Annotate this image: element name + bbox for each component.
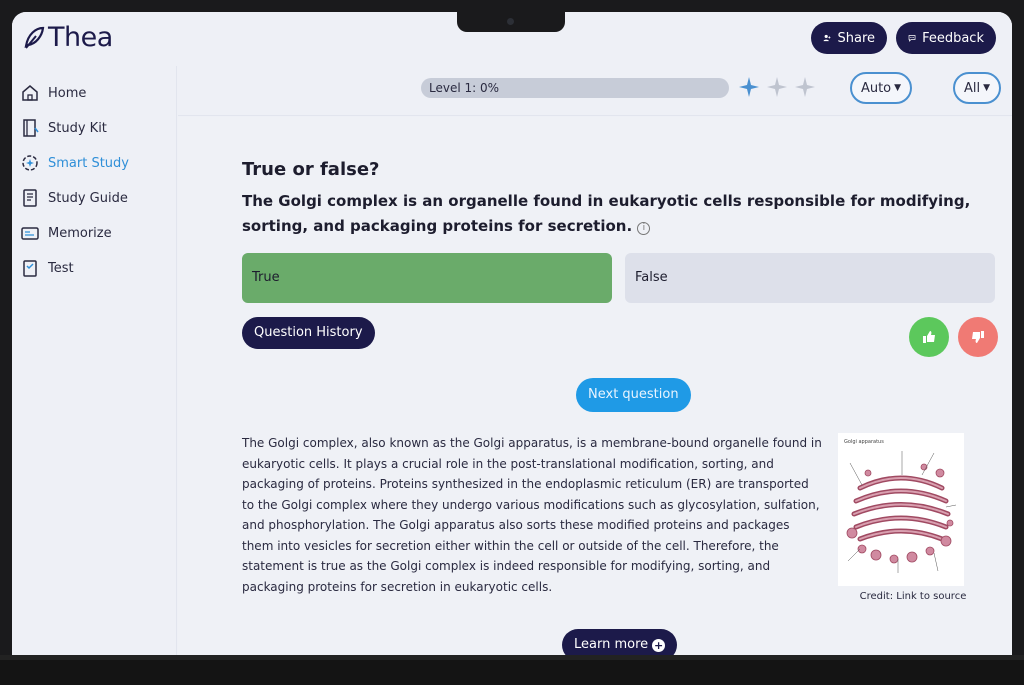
app-name: Thea	[48, 22, 113, 53]
brain-icon	[22, 155, 38, 171]
sidebar-item-label: Test	[48, 260, 74, 276]
sidebar-item-test[interactable]: Test	[20, 253, 74, 283]
app-screen: Thea Share Feedback Home Study Kit Smart…	[12, 12, 1012, 655]
feedback-button[interactable]: Feedback	[896, 22, 996, 54]
golgi-diagram-image[interactable]: Golgi apparatus	[838, 433, 964, 586]
caret-down-icon: ▼	[983, 83, 991, 93]
level-progress-bar: Level 1: 0%	[421, 78, 729, 98]
filter-select-value: All	[963, 80, 981, 96]
answer-option-false[interactable]: False	[625, 253, 995, 303]
sparkle-rating	[738, 76, 816, 98]
sidebar-item-smart-study[interactable]: Smart Study	[20, 148, 129, 178]
golgi-apparatus-illustration: Golgi apparatus	[844, 439, 957, 573]
question-text: The Golgi complex is an organelle found …	[242, 192, 971, 235]
study-topbar: Level 1: 0% Auto ▼ All ▼	[178, 66, 1012, 116]
book-icon	[23, 119, 39, 137]
sidebar-item-study-guide[interactable]: Study Guide	[20, 183, 128, 213]
chat-bubble-icon	[908, 35, 916, 42]
mode-select[interactable]: Auto ▼	[850, 72, 912, 104]
sidebar-item-label: Home	[48, 85, 87, 101]
share-button[interactable]: Share	[811, 22, 887, 54]
guide-icon	[23, 189, 37, 207]
plus-circle-icon: +	[652, 638, 666, 652]
leaf-logo-icon	[24, 26, 45, 49]
feedback-label: Feedback	[922, 30, 984, 46]
next-question-button[interactable]: Next question	[576, 378, 691, 412]
image-credit[interactable]: Credit: Link to source	[838, 591, 988, 602]
camera	[507, 18, 514, 25]
thumbs-up-icon	[923, 331, 935, 343]
question-type: True or false?	[242, 159, 380, 180]
sidebar-item-label: Study Kit	[48, 120, 107, 136]
sidebar-item-label: Memorize	[48, 225, 112, 241]
learn-more-label: Learn more	[574, 637, 649, 652]
mode-select-value: Auto	[860, 80, 892, 96]
add-user-icon	[823, 34, 831, 42]
sidebar-item-label: Study Guide	[48, 190, 128, 206]
filter-select[interactable]: All ▼	[953, 72, 1001, 104]
sparkle-icon	[739, 77, 759, 97]
logo[interactable]: Thea	[22, 22, 113, 53]
share-label: Share	[837, 30, 875, 46]
question-text-container: The Golgi complex is an organelle found …	[242, 189, 1002, 239]
learn-more-button[interactable]: Learn more +	[562, 629, 678, 655]
thumbs-down-icon	[972, 331, 984, 343]
home-icon	[22, 85, 38, 101]
sparkle-icon	[795, 77, 815, 97]
thumbs-down-button[interactable]	[958, 317, 998, 357]
sparkle-icon	[767, 77, 787, 97]
laptop-base-edge	[0, 660, 1024, 685]
test-icon	[23, 260, 37, 277]
sidebar: Home Study Kit Smart Study Study Guide M…	[12, 66, 177, 655]
sidebar-item-memorize[interactable]: Memorize	[20, 218, 112, 248]
info-icon[interactable]: i	[637, 222, 651, 235]
sidebar-item-home[interactable]: Home	[20, 78, 86, 108]
sidebar-item-study-kit[interactable]: Study Kit	[20, 113, 107, 143]
cards-icon	[21, 227, 39, 240]
thumbs-up-button[interactable]	[909, 317, 949, 357]
camera-notch	[457, 12, 565, 32]
question-panel: True or false? The Golgi complex is an o…	[178, 117, 1012, 655]
question-history-button[interactable]: Question History	[242, 317, 375, 349]
answer-option-true[interactable]: True	[242, 253, 612, 303]
sidebar-item-label: Smart Study	[48, 155, 129, 171]
caret-down-icon: ▼	[894, 83, 902, 93]
diagram-title: Golgi apparatus	[844, 439, 884, 445]
explanation-text: The Golgi complex, also known as the Gol…	[242, 436, 822, 594]
